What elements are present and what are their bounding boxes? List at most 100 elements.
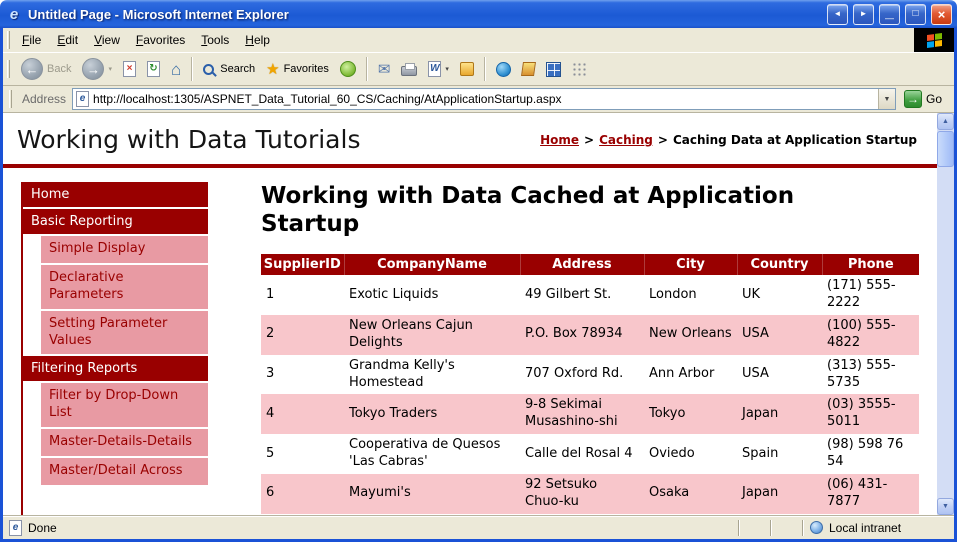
table-cell: 707 Oxford Rd. xyxy=(520,355,644,395)
discuss-button[interactable] xyxy=(456,60,478,78)
table-row: 3 Grandma Kelly's Homestead 707 Oxford R… xyxy=(261,355,919,395)
refresh-icon: ↻ xyxy=(147,61,160,77)
table-cell: 4 xyxy=(261,394,344,434)
address-dropdown-button[interactable]: ▼ xyxy=(878,89,895,109)
main-content: Working with Data Cached at Application … xyxy=(261,182,923,514)
document-icon: e xyxy=(9,520,22,536)
calculator-icon xyxy=(546,62,561,77)
table-cell: 5 xyxy=(261,434,344,474)
table-cell: Osaka xyxy=(644,474,737,514)
sidebar-item-simple-display[interactable]: Simple Display xyxy=(41,236,208,263)
print-button[interactable] xyxy=(397,60,421,78)
table-cell: Ann Arbor xyxy=(644,355,737,395)
toolbar-grip[interactable] xyxy=(7,31,10,49)
column-header-country: Country xyxy=(737,254,822,275)
menu-favorites[interactable]: Favorites xyxy=(128,30,193,50)
history-button[interactable] xyxy=(336,59,360,79)
stop-button[interactable]: × xyxy=(119,59,140,79)
suppliers-table: SupplierID CompanyName Address City Coun… xyxy=(261,254,919,514)
table-cell: Calle del Rosal 4 xyxy=(520,434,644,474)
go-arrow-icon: → xyxy=(904,90,922,108)
titlebar: e Untitled Page - Microsoft Internet Exp… xyxy=(0,0,957,28)
windows-flag-icon xyxy=(927,32,942,47)
sidebar-item-declarative-parameters[interactable]: Declarative Parameters xyxy=(41,265,208,309)
page-viewport: Working with Data Tutorials Home>Caching… xyxy=(3,113,954,515)
menu-file[interactable]: File xyxy=(14,30,49,50)
left-arrow-icon: ◄ xyxy=(834,10,842,18)
messenger-icon xyxy=(496,62,511,77)
research-icon xyxy=(521,62,536,76)
edit-with-word-button[interactable]: W ▾ xyxy=(424,59,453,79)
close-button[interactable]: × xyxy=(931,4,952,25)
address-url[interactable]: http://localhost:1305/ASPNET_Data_Tutori… xyxy=(93,92,874,106)
calculator-button[interactable] xyxy=(542,60,565,79)
back-icon: ← xyxy=(21,58,43,80)
mail-button[interactable]: ✉ xyxy=(374,60,395,79)
table-cell: 9-8 Sekimai Musashino-shi xyxy=(520,394,644,434)
sidebar-item-home[interactable]: Home xyxy=(23,182,208,207)
maximize-icon: □ xyxy=(912,9,918,19)
sidebar-item-filter-by-drop-down-list[interactable]: Filter by Drop-Down List xyxy=(41,383,208,427)
word-dropdown-icon: ▾ xyxy=(445,65,449,73)
table-cell: 49 Gilbert St. xyxy=(520,275,644,315)
menu-help[interactable]: Help xyxy=(237,30,278,50)
forward-button[interactable]: → ▾ xyxy=(78,56,116,82)
titlebar-extra-left-button[interactable]: ◄ xyxy=(827,4,848,25)
refresh-button[interactable]: ↻ xyxy=(143,59,164,79)
table-cell: Japan xyxy=(737,474,822,514)
scroll-up-icon: ▲ xyxy=(942,118,949,125)
home-icon: ⌂ xyxy=(171,61,181,78)
stop-icon: × xyxy=(123,61,136,77)
search-button[interactable]: Search xyxy=(199,61,259,77)
table-cell: Tokyo xyxy=(644,394,737,434)
go-button[interactable]: → Go xyxy=(902,90,950,108)
address-input[interactable]: e http://localhost:1305/ASPNET_Data_Tuto… xyxy=(72,88,896,110)
table-cell: USA xyxy=(737,315,822,355)
grid-button[interactable] xyxy=(568,60,591,79)
scrollbar-thumb[interactable] xyxy=(937,131,954,167)
scroll-down-icon: ▼ xyxy=(942,503,949,510)
back-button[interactable]: ← Back xyxy=(17,56,75,82)
favorites-button[interactable]: ★ Favorites xyxy=(262,60,333,79)
menu-edit[interactable]: Edit xyxy=(49,30,86,50)
table-cell: 1 xyxy=(261,275,344,315)
research-button[interactable] xyxy=(518,60,539,78)
grid-icon xyxy=(572,62,587,77)
scroll-up-button[interactable]: ▲ xyxy=(937,113,954,130)
status-text: Done xyxy=(28,521,57,535)
standard-buttons-toolbar: ← Back → ▾ × ↻ ⌂ Search ★ Fa xyxy=(3,52,954,86)
breadcrumb-current: Caching Data at Application Startup xyxy=(673,133,917,147)
table-cell: (100) 555-4822 xyxy=(822,315,919,355)
address-label: Address xyxy=(22,92,66,106)
sidebar-item-master-detail-across[interactable]: Master/Detail Across xyxy=(41,458,208,485)
titlebar-extra-right-button[interactable]: ► xyxy=(853,4,874,25)
site-header: Working with Data Tutorials Home>Caching… xyxy=(3,113,937,164)
menu-view[interactable]: View xyxy=(86,30,128,50)
maximize-button[interactable]: □ xyxy=(905,4,926,25)
status-divider xyxy=(770,520,772,536)
table-row: 5 Cooperativa de Quesos 'Las Cabras' Cal… xyxy=(261,434,919,474)
sidebar-item-master-details-details[interactable]: Master-Details-Details xyxy=(41,429,208,456)
table-cell: (06) 431-7877 xyxy=(822,474,919,514)
scroll-down-button[interactable]: ▼ xyxy=(937,498,954,515)
vertical-scrollbar[interactable]: ▲ ▼ xyxy=(937,113,954,515)
messenger-button[interactable] xyxy=(492,60,515,79)
breadcrumb-home-link[interactable]: Home xyxy=(540,133,579,147)
table-cell: Exotic Liquids xyxy=(344,275,520,315)
sidebar-item-basic-reporting[interactable]: Basic Reporting xyxy=(23,209,208,234)
word-icon: W xyxy=(428,61,441,77)
security-zone-label: Local intranet xyxy=(829,521,901,535)
table-cell: (98) 598 76 54 xyxy=(822,434,919,474)
menu-tools[interactable]: Tools xyxy=(193,30,237,50)
minimize-button[interactable]: — xyxy=(879,4,900,25)
table-cell: 3 xyxy=(261,355,344,395)
toolbar-grip[interactable] xyxy=(9,90,12,108)
web-page: Working with Data Tutorials Home>Caching… xyxy=(3,113,937,515)
toolbar-grip[interactable] xyxy=(7,60,10,78)
breadcrumb-caching-link[interactable]: Caching xyxy=(599,133,653,147)
home-button[interactable]: ⌂ xyxy=(167,59,185,80)
print-icon xyxy=(401,66,417,76)
sidebar-item-setting-parameter-values[interactable]: Setting Parameter Values xyxy=(41,311,208,355)
sidebar-item-filtering-reports[interactable]: Filtering Reports xyxy=(23,356,208,381)
chevron-down-icon: ▼ xyxy=(884,96,891,103)
